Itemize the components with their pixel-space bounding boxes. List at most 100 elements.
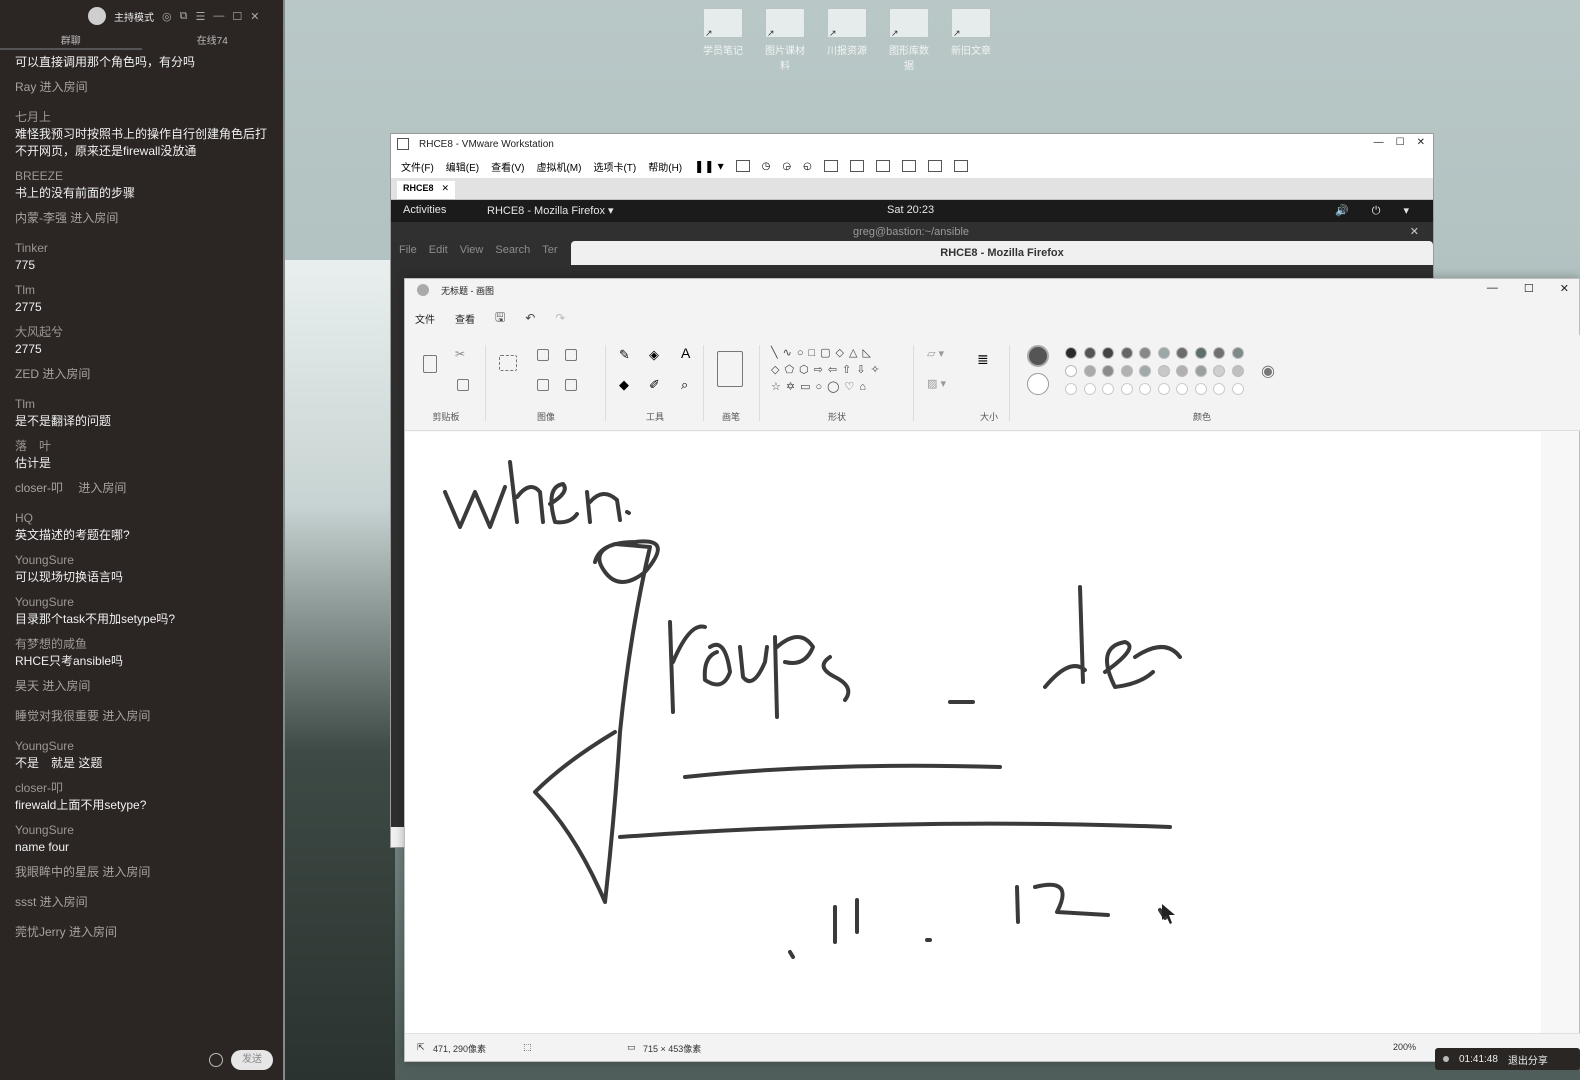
rotate-icon[interactable] xyxy=(565,379,577,391)
color-swatch[interactable] xyxy=(1213,365,1225,377)
tab-group-chat[interactable]: 群聊 xyxy=(0,32,142,50)
fill-icon[interactable]: ◈ xyxy=(649,347,659,363)
custom-color-slot[interactable] xyxy=(1157,383,1170,395)
menu-file[interactable]: 文件 xyxy=(415,311,435,326)
snapshot-manager-icon[interactable]: ◵ xyxy=(803,161,812,172)
message-author[interactable]: YoungSure xyxy=(15,822,268,839)
color-swatch[interactable] xyxy=(1139,365,1151,377)
cut-icon[interactable]: ✂ xyxy=(455,347,465,361)
message-author[interactable]: closer-叩 xyxy=(15,780,268,797)
close-icon[interactable]: ✕ xyxy=(250,10,259,23)
menu-view[interactable]: View xyxy=(460,244,484,256)
minimize-icon[interactable]: — xyxy=(213,10,224,22)
color-swatch[interactable] xyxy=(1194,365,1207,377)
console-icon[interactable] xyxy=(927,160,942,172)
color-swatch[interactable] xyxy=(1120,347,1133,359)
desktop-icon[interactable]: 图形库数据 xyxy=(886,8,932,72)
message-author[interactable]: BREEZE xyxy=(15,168,268,185)
app-menu[interactable]: RHCE8 - Mozilla Firefox ▾ xyxy=(487,204,614,217)
color-swatch[interactable] xyxy=(1157,347,1170,359)
custom-color-slot[interactable] xyxy=(1194,383,1207,395)
color-swatch[interactable] xyxy=(1065,365,1077,377)
resize-icon[interactable] xyxy=(565,349,577,361)
sidebar-toggle-icon[interactable] xyxy=(823,160,838,172)
color-swatch[interactable] xyxy=(1157,365,1170,377)
menu-view[interactable]: 查看 xyxy=(455,311,475,326)
tab-online[interactable]: 在线74 xyxy=(142,32,284,50)
color-swatch[interactable] xyxy=(1083,365,1096,377)
minimize-icon[interactable]: — xyxy=(1374,137,1384,148)
color1-selector[interactable] xyxy=(1027,345,1049,367)
message-author[interactable]: YoungSure xyxy=(15,552,268,569)
desktop-icon[interactable]: 学员笔记 xyxy=(700,8,746,72)
custom-color-slot[interactable] xyxy=(1176,383,1188,395)
close-icon[interactable]: ✕ xyxy=(1410,222,1419,242)
close-tab-icon[interactable]: ✕ xyxy=(442,183,450,197)
image-select-icon[interactable] xyxy=(537,379,549,391)
color2-selector[interactable] xyxy=(1027,373,1049,395)
custom-color-slot[interactable] xyxy=(1102,383,1114,395)
custom-color-slot[interactable] xyxy=(1083,383,1096,395)
message-author[interactable]: 落 叶 xyxy=(15,438,268,455)
message-author[interactable]: 七月上 xyxy=(15,109,268,126)
menu-help[interactable]: 帮助(H) xyxy=(648,159,682,174)
undo-icon[interactable]: ↶ xyxy=(525,311,535,325)
color-swatch[interactable] xyxy=(1065,347,1077,359)
custom-color-slot[interactable] xyxy=(1213,383,1225,395)
eraser-icon[interactable]: ◆ xyxy=(619,377,629,393)
color-swatch[interactable] xyxy=(1231,365,1244,377)
color-swatch[interactable] xyxy=(1213,347,1225,359)
outline-icon[interactable]: ▱ ▾ xyxy=(927,347,944,360)
drawing-canvas[interactable] xyxy=(405,432,1541,1034)
maximize-icon[interactable]: ☐ xyxy=(232,10,242,23)
menu-edit[interactable]: 编辑(E) xyxy=(446,159,479,174)
paste-icon[interactable] xyxy=(423,355,437,373)
message-author[interactable]: Tinker xyxy=(15,240,268,257)
shapes-gallery[interactable]: ╲∿○□▢◇△◺ ◇⬠⬡⇨⇦⇧⇩✧ ☆✡▭○◯♡⌂ xyxy=(771,345,885,396)
color-picker-icon[interactable]: ✐ xyxy=(649,377,660,393)
settings-icon[interactable]: ◎ xyxy=(162,10,172,23)
size-icon[interactable]: ≣ xyxy=(977,351,989,368)
text-icon[interactable]: A xyxy=(681,345,690,361)
message-author[interactable]: 有梦想的咸鱼 xyxy=(15,636,268,653)
redo-icon[interactable]: ↷ xyxy=(555,311,565,325)
message-author[interactable]: 大风起兮 xyxy=(15,324,268,341)
menu-vm[interactable]: 虚拟机(M) xyxy=(536,159,581,174)
emoji-icon[interactable] xyxy=(209,1053,223,1067)
fullscreen-icon[interactable] xyxy=(875,160,890,172)
menu-view[interactable]: 查看(V) xyxy=(491,159,524,174)
custom-color-slot[interactable] xyxy=(1120,383,1133,395)
menu-icon[interactable]: ☰ xyxy=(195,10,205,23)
exit-share-button[interactable]: 退出分享 xyxy=(1508,1052,1548,1067)
color-swatch[interactable] xyxy=(1083,347,1096,359)
pause-icon[interactable]: ❚❚ ▾ xyxy=(694,159,723,173)
minimize-icon[interactable]: — xyxy=(1487,282,1498,295)
desktop-icon[interactable]: 新旧文章 xyxy=(948,8,994,72)
color-swatch[interactable] xyxy=(1120,365,1133,377)
stretch-icon[interactable] xyxy=(953,160,968,172)
menu-edit[interactable]: Edit xyxy=(429,244,448,256)
zoom-level[interactable]: 200% xyxy=(1393,1042,1416,1052)
activities-button[interactable]: Activities xyxy=(403,204,446,216)
popout-icon[interactable]: ⧉ xyxy=(180,10,188,23)
message-author[interactable]: YoungSure xyxy=(15,594,268,611)
color-swatch[interactable] xyxy=(1176,347,1188,359)
message-author[interactable]: Tlm xyxy=(15,396,268,413)
thumbnail-icon[interactable] xyxy=(849,160,864,172)
message-author[interactable]: HQ xyxy=(15,510,268,527)
send-keys-icon[interactable] xyxy=(735,160,750,172)
edit-colors-icon[interactable]: ◉ xyxy=(1261,361,1275,381)
unity-icon[interactable] xyxy=(901,160,916,172)
color-swatch[interactable] xyxy=(1231,347,1244,359)
crop-icon[interactable] xyxy=(537,349,549,361)
copy-icon[interactable] xyxy=(457,379,469,391)
snapshot-icon[interactable]: ◷ xyxy=(762,161,771,172)
clock[interactable]: Sat 20:23 xyxy=(887,204,934,216)
tab-rhce8[interactable]: RHCE8 ✕ xyxy=(397,181,456,199)
select-icon[interactable] xyxy=(499,355,517,371)
send-button[interactable]: 发送 xyxy=(231,1050,273,1070)
color-swatch[interactable] xyxy=(1139,347,1151,359)
fill-style-icon[interactable]: ▨ ▾ xyxy=(927,377,946,390)
pencil-icon[interactable]: ✎ xyxy=(619,347,630,363)
color-swatch[interactable] xyxy=(1102,365,1114,377)
